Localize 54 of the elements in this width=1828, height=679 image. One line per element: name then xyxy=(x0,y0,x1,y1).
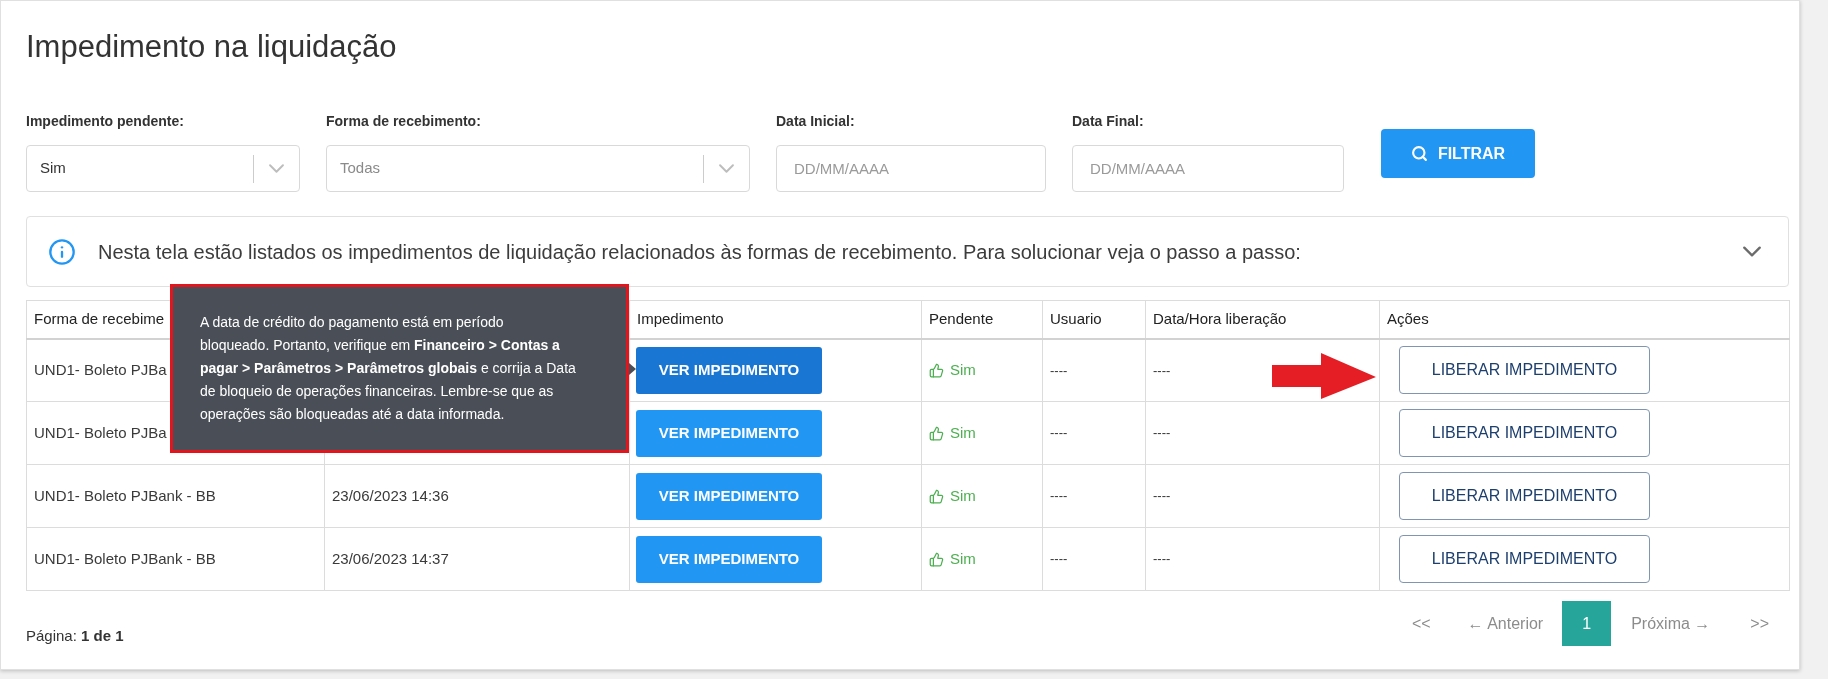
column-header: Data/Hora liberação xyxy=(1145,300,1380,339)
table-cell: ---- xyxy=(1145,401,1380,465)
release-impediment-button[interactable]: LIBERAR IMPEDIMENTO xyxy=(1399,535,1650,583)
table-cell: 23/06/2023 14:37 xyxy=(324,527,630,591)
info-icon xyxy=(48,237,76,266)
thumbs-up-icon xyxy=(929,362,944,378)
table-cell: UND1- Boleto PJBank - BB xyxy=(26,464,325,528)
select-field[interactable]: Todas xyxy=(326,145,750,192)
release-impediment-button[interactable]: LIBERAR IMPEDIMENTO xyxy=(1399,472,1650,520)
table-cell: ---- xyxy=(1042,527,1146,591)
page-number-button[interactable]: 1 xyxy=(1562,601,1612,646)
table-cell: 23/06/2023 14:36 xyxy=(324,464,630,528)
thumbs-up-icon xyxy=(929,488,944,504)
field-label: Data Inicial: xyxy=(776,113,856,130)
release-impediment-button[interactable]: LIBERAR IMPEDIMENTO xyxy=(1399,409,1650,457)
table-cell: UND1- Boleto PJBank - BB xyxy=(26,527,325,591)
table-cell: ---- xyxy=(1145,527,1380,591)
info-text: Nesta tela estão listados os impedimentos de liquidação relacionados às formas de recebimento. Para solucionar veja o passo a passo: xyxy=(98,239,1302,265)
previous-page-link[interactable]: ← Anterior xyxy=(1448,601,1563,646)
release-impediment-button[interactable]: LIBERAR IMPEDIMENTO xyxy=(1399,346,1650,395)
field-label: Data Final: xyxy=(1072,113,1145,130)
view-impediment-button[interactable]: VER IMPEDIMENTO xyxy=(636,346,822,394)
field-label: Forma de recebimento: xyxy=(326,113,482,130)
status-text: Sim xyxy=(950,360,976,380)
date-input[interactable]: DD/MM/AAAA xyxy=(776,145,1046,192)
view-impediment-button[interactable]: VER IMPEDIMENTO xyxy=(636,535,822,583)
chevron-down-icon xyxy=(269,164,284,173)
table-cell: ---- xyxy=(1042,401,1146,465)
column-header: Pendente xyxy=(921,300,1043,339)
filter-button[interactable]: FILTRAR xyxy=(1381,129,1535,178)
table-cell: ---- xyxy=(1042,464,1146,528)
column-header: Ações xyxy=(1379,300,1790,339)
next-page-link[interactable]: Próxima → xyxy=(1611,601,1731,646)
chevron-down-icon xyxy=(719,164,734,173)
thumbs-up-icon xyxy=(929,425,944,441)
status-text: Sim xyxy=(950,485,976,506)
thumbs-up-icon xyxy=(929,551,944,567)
status-text: Sim xyxy=(950,548,976,569)
column-header: Impedimento xyxy=(629,300,922,339)
page-info: Página: 1 de 1 xyxy=(26,626,124,646)
status-text: Sim xyxy=(950,422,976,443)
select-field[interactable]: Sim xyxy=(26,145,300,192)
chevron-down-icon[interactable] xyxy=(1743,246,1761,257)
first-page-link[interactable]: << xyxy=(1393,601,1449,646)
table-cell: ---- xyxy=(1145,464,1380,528)
date-input[interactable]: DD/MM/AAAA xyxy=(1072,145,1344,192)
last-page-link[interactable]: >> xyxy=(1730,601,1789,646)
field-label: Impedimento pendente: xyxy=(26,113,185,130)
search-icon xyxy=(1410,145,1428,162)
page-title: Impedimento na liquidação xyxy=(26,29,398,64)
table-cell: ---- xyxy=(1042,338,1146,402)
view-impediment-button[interactable]: VER IMPEDIMENTO xyxy=(636,472,822,520)
column-header: Usuario xyxy=(1042,300,1146,339)
view-impediment-button[interactable]: VER IMPEDIMENTO xyxy=(636,409,822,457)
